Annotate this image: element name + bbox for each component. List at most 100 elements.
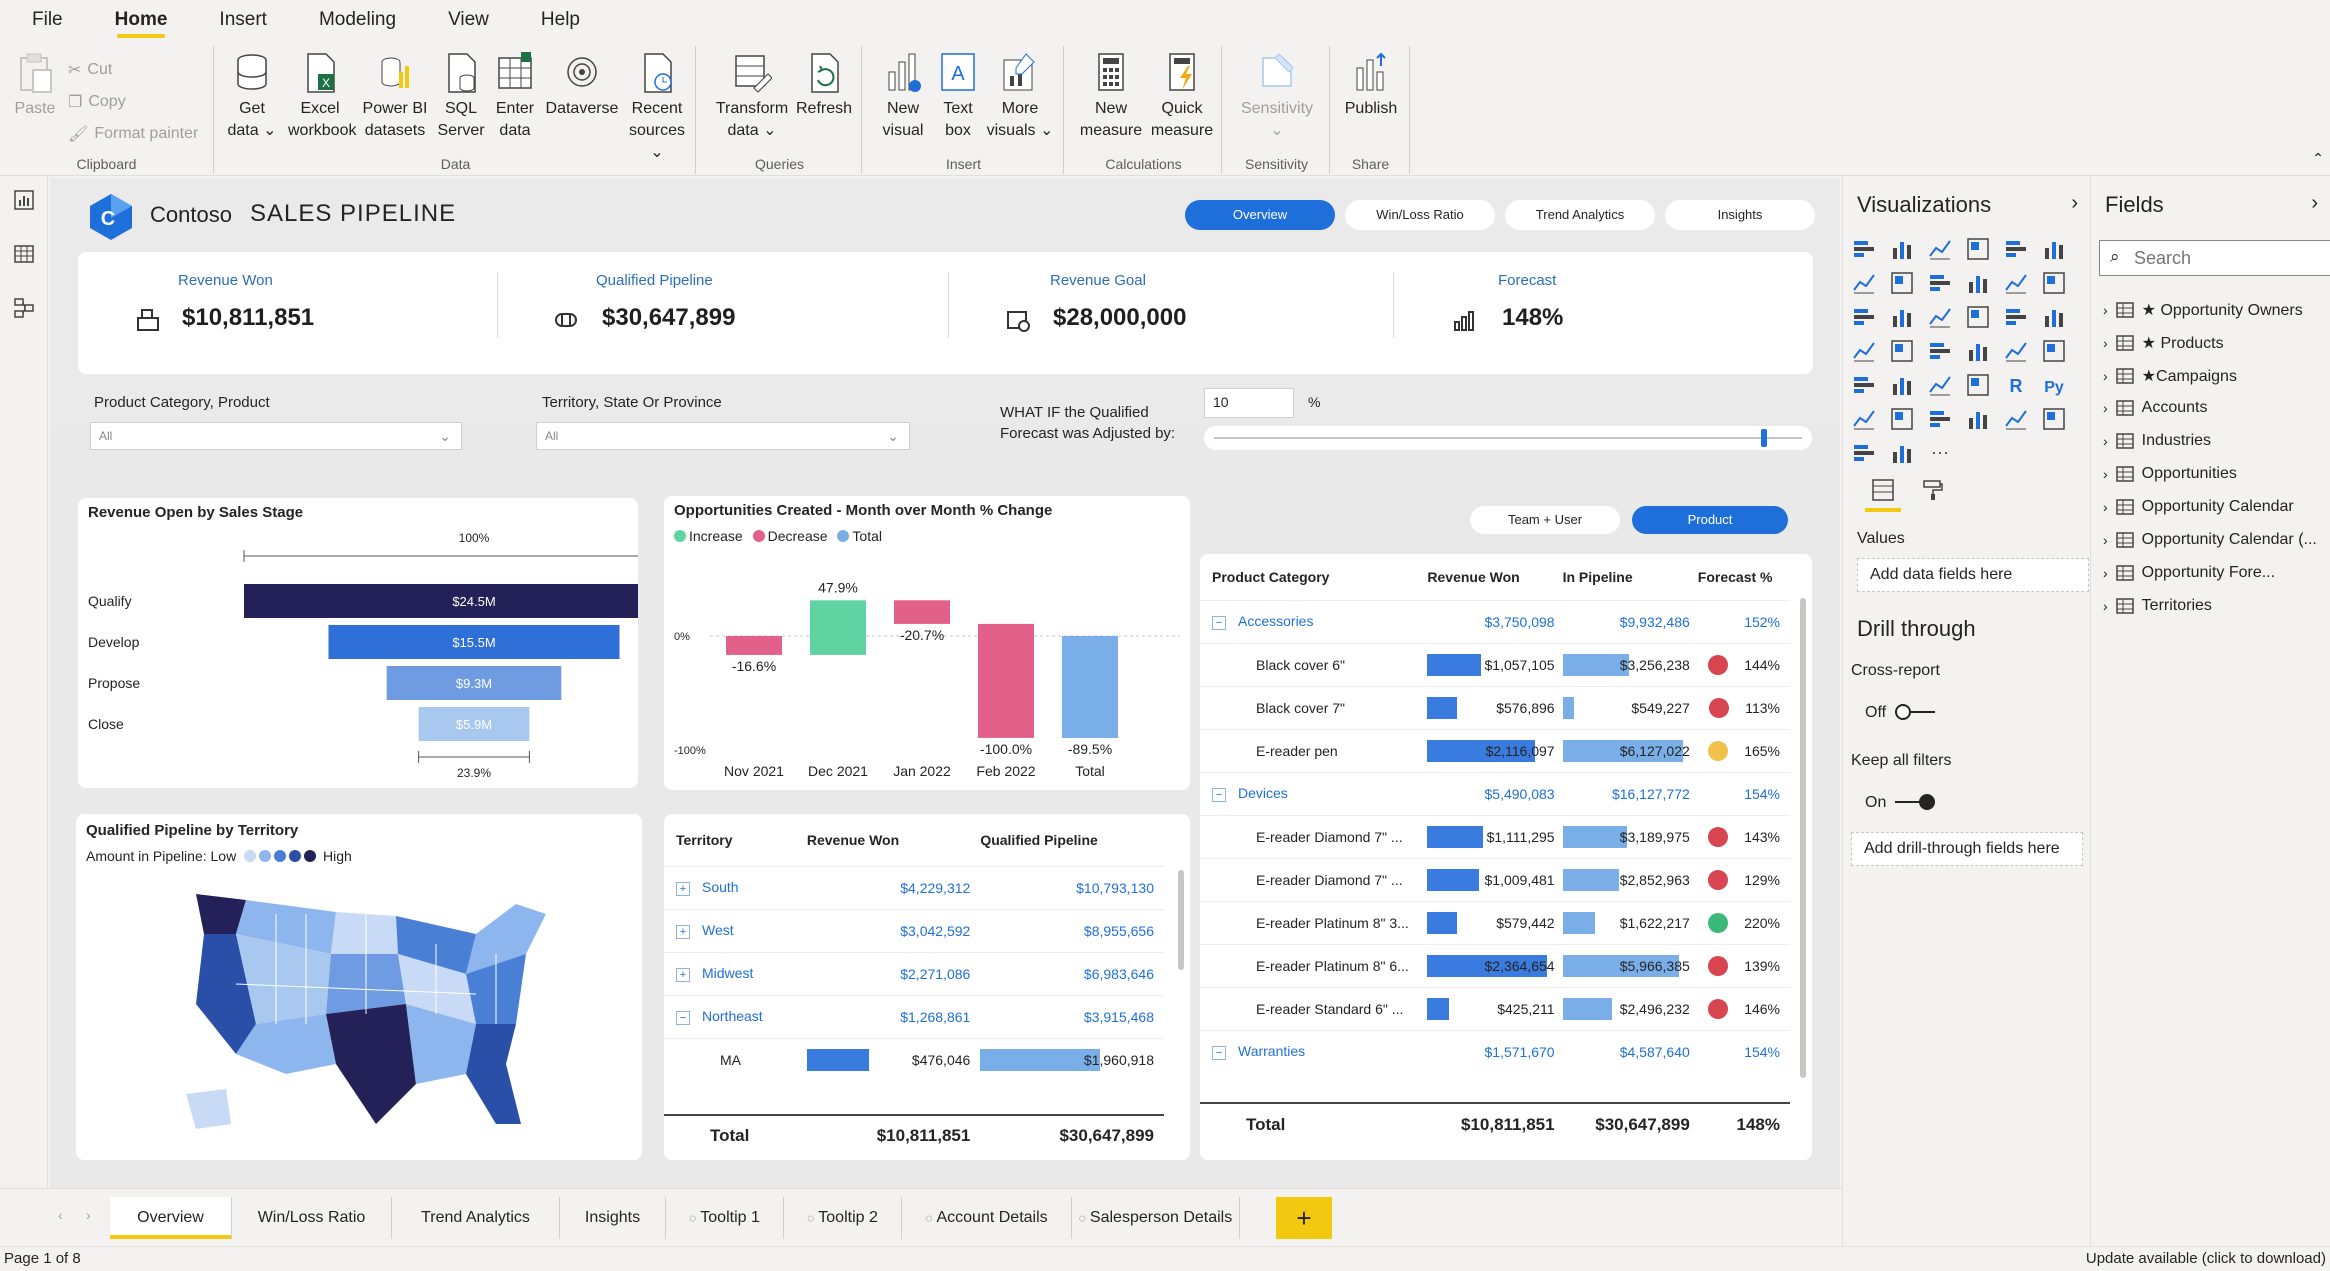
page-tab[interactable]: ◌ Tooltip 2 [784, 1197, 902, 1239]
get-data-button[interactable]: Get data ⌄ [226, 50, 278, 142]
viz-qa-icon[interactable] [1927, 406, 1953, 432]
viz-multi-row-card-icon[interactable] [2041, 338, 2067, 364]
table-row[interactable]: − Warranties $1,571,670 $4,587,640 154% [1200, 1030, 1790, 1073]
viz-map-icon[interactable] [1851, 338, 1877, 364]
sql-server-button[interactable]: SQL Server [436, 50, 486, 142]
viz-matrix-icon[interactable] [1965, 372, 1991, 398]
drill-through-drop-well[interactable]: Add drill-through fields here [1851, 832, 2083, 866]
viz-power-automate-icon[interactable] [1851, 440, 1877, 466]
table-row[interactable]: Black cover 6" $1,057,105 $3,256,238 144% [1200, 643, 1790, 686]
nav-trend-analytics[interactable]: Trend Analytics [1505, 200, 1655, 230]
viz-100-bar-icon[interactable] [2003, 236, 2029, 262]
recent-sources-button[interactable]: Recent sources ⌄ [624, 50, 690, 164]
data-view-icon[interactable] [12, 242, 36, 266]
menu-home[interactable]: Home [109, 0, 174, 40]
viz-stacked-column-icon[interactable] [1889, 236, 1915, 262]
chevron-right-icon[interactable]: › [2103, 499, 2108, 515]
refresh-button[interactable]: Refresh [794, 50, 854, 120]
viz-donut-icon[interactable] [2003, 304, 2029, 330]
viz-power-apps-icon[interactable] [2041, 406, 2067, 432]
scrollbar-thumb[interactable] [1178, 870, 1184, 970]
col-header-product-category[interactable]: Product Category [1200, 554, 1427, 600]
chevron-right-icon[interactable]: › [2103, 302, 2108, 318]
update-available-link[interactable]: Update available (click to download) [2086, 1250, 2326, 1267]
expand-icon[interactable]: + [676, 882, 690, 896]
add-page-button[interactable]: + [1276, 1197, 1332, 1239]
page-tab[interactable]: ◌ Account Details [902, 1197, 1072, 1239]
viz-filled-map-icon[interactable] [1889, 338, 1915, 364]
nav-insights[interactable]: Insights [1665, 200, 1815, 230]
field-table-item[interactable]: › Opportunities [2103, 465, 2237, 483]
field-table-item[interactable]: › Territories [2103, 597, 2212, 615]
field-table-item[interactable]: › ★Campaigns [2103, 366, 2237, 386]
table-row[interactable]: E-reader Platinum 8" 3... $579,442 $1,622,… [1200, 901, 1790, 944]
cross-report-toggle[interactable] [1895, 702, 1935, 722]
table-row[interactable]: + West $3,042,592 $8,955,656 [664, 909, 1164, 952]
chevron-right-icon[interactable]: › [2103, 433, 2108, 449]
nav-win-loss[interactable]: Win/Loss Ratio [1345, 200, 1495, 230]
viz-ribbon-icon[interactable] [2041, 270, 2067, 296]
menu-file[interactable]: File [26, 0, 69, 40]
chevron-right-icon[interactable]: › [2103, 565, 2108, 581]
viz-slicer-icon[interactable] [1889, 372, 1915, 398]
field-table-item[interactable]: › Opportunity Calendar (... [2103, 531, 2317, 549]
viz-line-clustered-icon[interactable] [2003, 270, 2029, 296]
viz-r-visual-icon[interactable]: R [2003, 372, 2029, 398]
map-region-north-central[interactable] [331, 912, 398, 954]
report-view-icon[interactable] [12, 188, 36, 212]
map-region-alaska[interactable] [186, 1089, 231, 1129]
expand-icon[interactable]: + [676, 925, 690, 939]
viz-decomposition-tree-icon[interactable] [1889, 406, 1915, 432]
menu-view[interactable]: View [442, 0, 495, 40]
whatif-input[interactable]: 10 [1204, 388, 1294, 418]
field-table-item[interactable]: › Opportunity Fore... [2103, 564, 2275, 582]
table-row[interactable]: E-reader Platinum 8" 6... $2,364,654 $5,96… [1200, 944, 1790, 987]
table-row[interactable]: E-reader Diamond 7" ... $1,111,295 $3,189,… [1200, 815, 1790, 858]
viz-line-column-icon[interactable] [1965, 270, 1991, 296]
table-row[interactable]: + South $4,229,312 $10,793,130 [664, 866, 1164, 909]
scrollbar-thumb[interactable] [1800, 598, 1806, 1078]
toggle-product[interactable]: Product [1632, 506, 1788, 534]
table-row[interactable]: − Northeast $1,268,861 $3,915,468 [664, 995, 1164, 1038]
col-header-forecast[interactable]: Forecast % [1698, 554, 1790, 600]
transform-data-button[interactable]: Transform data ⌄ [714, 50, 790, 142]
waterfall-bar[interactable] [1062, 636, 1118, 739]
chevron-right-icon[interactable]: › [2311, 192, 2318, 215]
new-measure-button[interactable]: New measure [1078, 50, 1144, 142]
table-row[interactable]: E-reader Standard 6" ... $425,211 $2,496,2… [1200, 987, 1790, 1030]
chevron-right-icon[interactable]: › [2071, 192, 2078, 215]
powerbi-datasets-button[interactable]: Power BI datasets [360, 50, 430, 142]
map-region-texas[interactable] [326, 1004, 416, 1124]
viz-treemap-icon[interactable] [2041, 304, 2067, 330]
table-row[interactable]: E-reader pen $2,116,097 $6,127,022 165% [1200, 729, 1790, 772]
values-drop-well[interactable]: Add data fields here [1857, 558, 2089, 592]
dataverse-button[interactable]: Dataverse [544, 50, 620, 120]
viz-card-icon[interactable] [2003, 338, 2029, 364]
territory-slicer-dropdown[interactable]: All ⌄ [536, 422, 910, 450]
vertical-scrollbar[interactable] [1798, 574, 1808, 1114]
page-tab[interactable]: Insights [560, 1197, 666, 1239]
table-row[interactable]: MA $476,046 $1,960,918 [664, 1038, 1164, 1081]
waterfall-bar[interactable] [978, 623, 1034, 738]
viz-pie-icon[interactable] [1965, 304, 1991, 330]
whatif-slider[interactable] [1204, 426, 1812, 450]
chevron-right-icon[interactable]: › [2103, 532, 2108, 548]
viz-paginated-icon[interactable] [2003, 406, 2029, 432]
quick-measure-button[interactable]: Quick measure [1148, 50, 1216, 142]
viz-100-column-icon[interactable] [2041, 236, 2067, 262]
paste-button[interactable]: Paste [10, 50, 60, 120]
viz-scatter-icon[interactable] [1927, 304, 1953, 330]
viz-azure-map-icon[interactable] [1927, 338, 1953, 364]
menu-insert[interactable]: Insert [213, 0, 273, 40]
viz-gauge-icon[interactable] [1965, 338, 1991, 364]
col-header-in-pipeline[interactable]: In Pipeline [1563, 554, 1698, 600]
page-tab[interactable]: ◌ Salesperson Details [1072, 1197, 1240, 1239]
toggle-team-user[interactable]: Team + User [1470, 506, 1620, 534]
collapse-icon[interactable]: − [1212, 616, 1226, 630]
expand-icon[interactable]: + [676, 968, 690, 982]
field-table-item[interactable]: › ★ Opportunity Owners [2103, 300, 2303, 320]
col-header-territory[interactable]: Territory [664, 814, 807, 866]
chevron-right-icon[interactable]: › [2103, 598, 2108, 614]
fields-search-box[interactable]: ⌕ [2099, 240, 2330, 276]
text-box-button[interactable]: A Text box [936, 50, 980, 142]
